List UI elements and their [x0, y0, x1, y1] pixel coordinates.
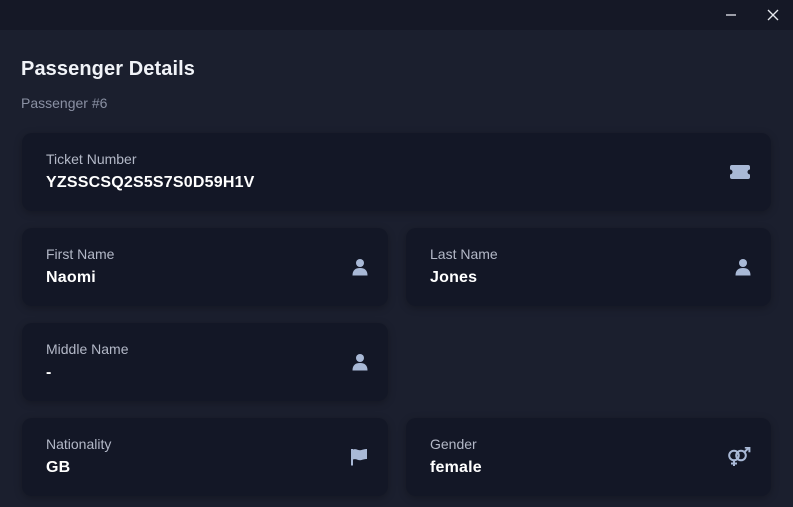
minimize-icon	[725, 9, 737, 21]
minimize-button[interactable]	[709, 0, 753, 30]
user-icon	[735, 228, 751, 306]
gender-value: female	[430, 459, 482, 476]
ticket-number-value: YZSSCSQ2S5S7S0D59H1V	[46, 174, 255, 191]
ticket-number-label: Ticket Number	[46, 151, 137, 167]
title-bar	[0, 0, 793, 30]
gender-label: Gender	[430, 436, 477, 452]
ticket-number-card: Ticket Number YZSSCSQ2S5S7S0D59H1V	[22, 133, 771, 211]
last-name-value: Jones	[430, 269, 478, 286]
first-name-label: First Name	[46, 246, 115, 262]
last-name-label: Last Name	[430, 246, 498, 262]
page-subtitle: Passenger #6	[21, 95, 108, 111]
ticket-icon	[729, 133, 751, 211]
middle-name-card: Middle Name -	[22, 323, 388, 401]
nationality-value: GB	[46, 459, 71, 476]
page-title: Passenger Details	[21, 58, 196, 80]
user-icon	[352, 323, 368, 401]
close-icon	[767, 9, 779, 21]
close-button[interactable]	[751, 0, 793, 30]
last-name-card: Last Name Jones	[406, 228, 771, 306]
user-icon	[352, 228, 368, 306]
app-window: Passenger Details Passenger #6 Ticket Nu…	[0, 0, 793, 507]
middle-name-value: -	[46, 364, 52, 381]
flag-icon	[350, 418, 368, 496]
first-name-card: First Name Naomi	[22, 228, 388, 306]
nationality-card: Nationality GB	[22, 418, 388, 496]
gender-card: Gender female	[406, 418, 771, 496]
gender-icon	[727, 418, 751, 496]
first-name-value: Naomi	[46, 269, 96, 286]
middle-name-label: Middle Name	[46, 341, 129, 357]
nationality-label: Nationality	[46, 436, 112, 452]
